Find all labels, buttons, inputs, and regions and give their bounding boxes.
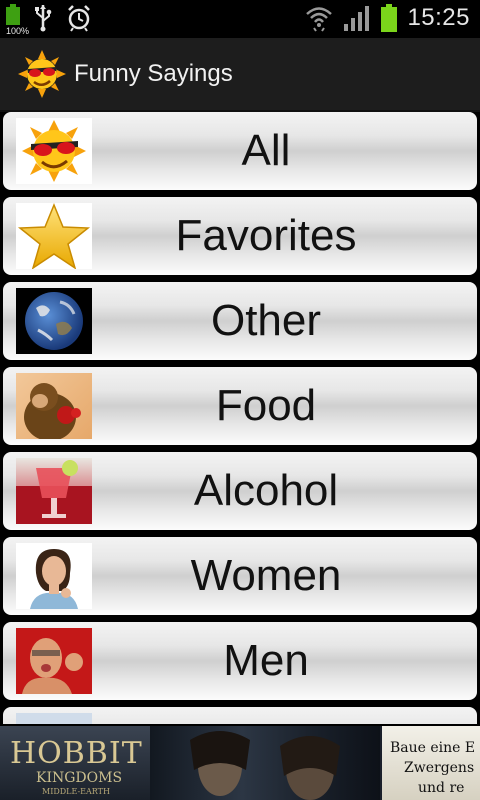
ad-logo: HOBBIT KINGDOMS MIDDLE-EARTH [0,726,170,800]
ad-text-line3: und re [418,780,465,796]
app-title: Funny Sayings [74,60,233,87]
category-label: Favorites [175,211,357,260]
sun-sunglasses-icon [16,118,92,184]
category-item-all[interactable]: All [3,112,477,190]
sun-sunglasses-icon[interactable] [18,50,66,98]
category-label: Women [190,551,342,600]
battery-icon [381,4,398,32]
category-item-other[interactable]: Other [3,282,477,360]
category-label: Other [210,296,322,345]
category-label: Food [215,381,317,430]
category-item-alcohol[interactable]: Alcohol [3,452,477,530]
category-label: Men [223,636,309,685]
battery-icon: 100% [6,4,29,36]
clock: 15:25 [407,4,470,31]
status-bar: 100% 15:25 [0,0,480,38]
ad-subtitle: KINGDOMS [36,770,123,786]
category-list[interactable]: All Favorites Other Food Alcohol Women M… [0,112,480,724]
battery-percent: 100% [6,26,30,36]
monkey-food-icon [16,373,92,439]
ad-tagline: MIDDLE-EARTH [42,787,110,796]
category-item-women[interactable]: Women [3,537,477,615]
woman-icon [16,543,92,609]
action-bar: Funny Sayings [0,38,480,112]
wifi-icon [306,7,333,32]
cocktail-icon [16,458,92,524]
ad-title: HOBBIT [10,736,143,771]
category-item-favorites[interactable]: Favorites [3,197,477,275]
signal-icon [344,6,370,31]
category-item-partial[interactable] [3,707,477,724]
category-label: Alcohol [193,466,339,515]
ad-text-panel: Baue eine E Zwergens und re [382,726,480,800]
category-label: All [241,126,291,175]
ad-banner[interactable]: HOBBIT KINGDOMS MIDDLE-EARTH Baue eine E… [0,726,480,800]
ad-text-line1: Baue eine E [390,740,476,756]
alarm-icon [68,5,90,32]
category-item-men[interactable]: Men [3,622,477,700]
ad-text-line2: Zwergens [404,760,475,776]
category-thumbnail [16,713,92,724]
ad-characters-image [150,726,380,800]
man-icon [16,628,92,694]
earth-icon [16,288,92,354]
star-icon [16,203,92,269]
category-item-food[interactable]: Food [3,367,477,445]
